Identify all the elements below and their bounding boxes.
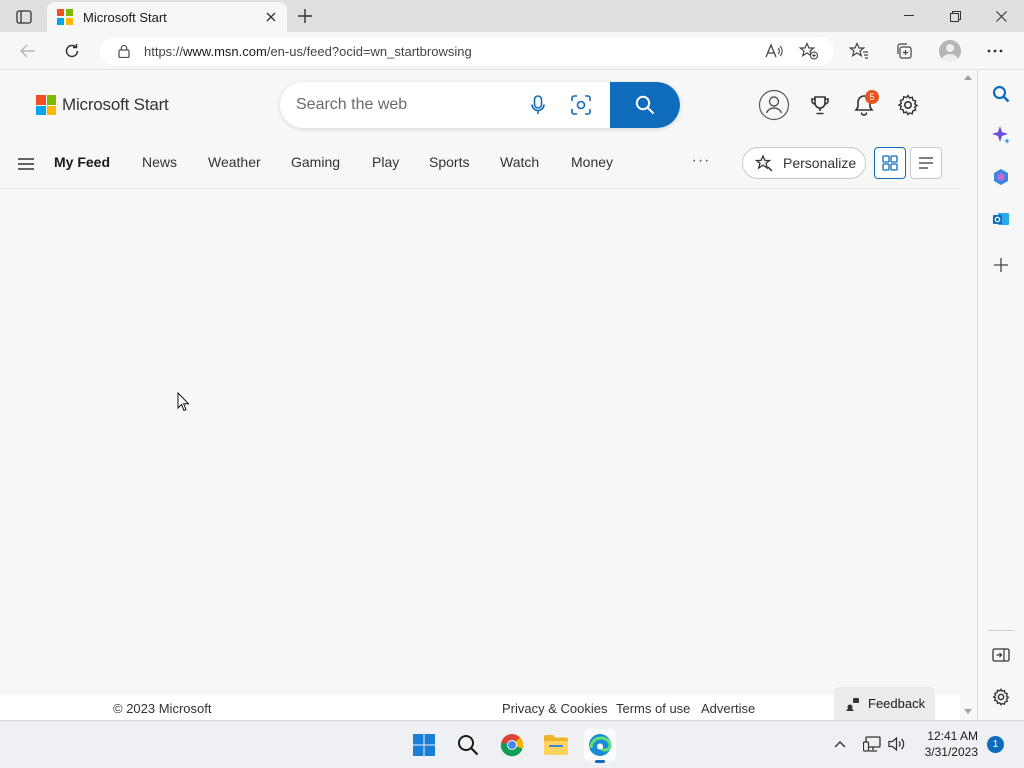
scroll-up-arrow-icon[interactable] — [964, 75, 972, 80]
nav-item-money[interactable]: Money — [571, 154, 613, 170]
volume-icon[interactable] — [886, 733, 908, 755]
system-clock[interactable]: 12:41 AM 3/31/2023 — [920, 728, 978, 760]
outlook-icon[interactable] — [989, 207, 1013, 231]
notification-count-badge: 5 — [865, 90, 879, 104]
nav-item-weather[interactable]: Weather — [208, 154, 261, 170]
brand-name: Microsoft Start — [62, 95, 169, 114]
tab-actions-icon[interactable] — [10, 6, 38, 28]
nav-item-gaming[interactable]: Gaming — [291, 154, 340, 170]
new-tab-button[interactable] — [293, 5, 317, 27]
nav-item-watch[interactable]: Watch — [500, 154, 539, 170]
notification-center-badge[interactable]: 1 — [987, 736, 1004, 753]
edge-sidebar — [977, 71, 1024, 720]
nav-item-play[interactable]: Play — [372, 154, 399, 170]
microsoft-logo-icon — [36, 95, 56, 115]
restore-icon[interactable] — [932, 0, 978, 32]
personalize-button[interactable]: Personalize — [742, 147, 866, 179]
add-sidebar-app-icon[interactable] — [989, 253, 1013, 277]
minimize-icon[interactable] — [886, 0, 932, 32]
msn-page: Microsoft Start 5 — [0, 71, 960, 720]
list-view-button[interactable] — [910, 147, 942, 179]
search-box — [280, 82, 680, 128]
menu-hamburger-icon[interactable] — [14, 153, 38, 175]
tab-title: Microsoft Start — [83, 9, 167, 25]
office-icon[interactable] — [989, 165, 1013, 189]
microphone-icon[interactable] — [526, 93, 550, 117]
settings-more-icon[interactable] — [982, 39, 1008, 63]
mouse-cursor-icon — [177, 391, 190, 417]
feedback-button[interactable]: Feedback — [834, 687, 935, 720]
scroll-down-arrow-icon[interactable] — [964, 709, 972, 714]
bing-search-icon[interactable] — [989, 82, 1013, 106]
account-icon[interactable] — [758, 89, 790, 121]
refresh-icon[interactable] — [58, 38, 86, 64]
notifications-bell-icon[interactable]: 5 — [848, 89, 880, 121]
grid-icon — [882, 155, 898, 171]
show-hidden-icons-chevron-icon[interactable] — [829, 733, 851, 755]
msn-favicon-icon — [57, 9, 73, 25]
windows-taskbar: 12:41 AM 3/31/2023 1 — [0, 720, 1024, 768]
clock-date: 3/31/2023 — [924, 745, 978, 759]
active-app-indicator — [595, 760, 605, 763]
network-icon[interactable] — [861, 733, 883, 755]
add-favorite-icon[interactable] — [797, 39, 821, 63]
personalize-icon — [755, 154, 773, 172]
discover-sparkle-icon[interactable] — [989, 123, 1013, 147]
feedback-label: Feedback — [868, 696, 926, 711]
page-header: Microsoft Start 5 — [0, 71, 960, 139]
feedback-icon — [846, 697, 859, 711]
page-scrollbar[interactable] — [960, 71, 977, 720]
profile-icon[interactable] — [937, 39, 963, 63]
lock-icon[interactable] — [118, 44, 130, 58]
sidebar-divider — [988, 630, 1015, 631]
advertise-link[interactable]: Advertise — [701, 701, 755, 716]
taskbar-search-icon[interactable] — [452, 729, 484, 761]
back-icon[interactable] — [14, 38, 42, 64]
read-aloud-icon[interactable] — [762, 39, 786, 63]
close-tab-icon[interactable] — [263, 9, 279, 25]
visual-search-icon[interactable] — [569, 93, 593, 117]
hide-sidebar-icon[interactable] — [989, 643, 1013, 667]
nav-item-my-feed[interactable]: My Feed — [54, 154, 110, 170]
list-icon — [919, 157, 933, 169]
window-controls — [886, 0, 1024, 32]
grid-view-button[interactable] — [874, 147, 906, 179]
nav-more-button[interactable]: ··· — [689, 149, 713, 173]
chrome-icon[interactable] — [496, 729, 528, 761]
edge-browser-icon[interactable] — [584, 729, 616, 763]
copyright-text: © 2023 Microsoft — [113, 701, 212, 716]
search-input[interactable] — [280, 83, 510, 127]
page-settings-gear-icon[interactable] — [892, 89, 924, 121]
url-bar[interactable]: https://www.msn.com/en-us/feed?ocid=wn_s… — [100, 37, 834, 65]
start-windows-icon[interactable] — [408, 729, 440, 761]
file-explorer-icon[interactable] — [540, 729, 572, 761]
search-icon — [635, 95, 655, 115]
nav-item-sports[interactable]: Sports — [429, 154, 469, 170]
rewards-trophy-icon[interactable] — [804, 89, 836, 121]
collections-icon[interactable] — [891, 39, 917, 63]
tab-strip: Microsoft Start — [0, 0, 1024, 32]
page-footer: © 2023 Microsoft Privacy & Cookies Terms… — [0, 695, 960, 720]
close-window-icon[interactable] — [978, 0, 1024, 32]
terms-link[interactable]: Terms of use — [616, 701, 690, 716]
personalize-label: Personalize — [783, 155, 857, 171]
nav-item-news[interactable]: News — [142, 154, 177, 170]
clock-time: 12:41 AM — [927, 729, 978, 743]
sidebar-settings-icon[interactable] — [989, 685, 1013, 709]
browser-tab[interactable]: Microsoft Start — [47, 2, 287, 32]
brand-logo[interactable]: Microsoft Start — [36, 95, 169, 115]
search-button[interactable] — [610, 82, 680, 128]
feed-navigation: My Feed News Weather Gaming Play Sports … — [0, 139, 960, 189]
url-text: https://www.msn.com/en-us/feed?ocid=wn_s… — [144, 43, 472, 59]
favorites-icon[interactable] — [846, 39, 872, 63]
privacy-link[interactable]: Privacy & Cookies — [502, 701, 607, 716]
address-toolbar: https://www.msn.com/en-us/feed?ocid=wn_s… — [0, 32, 1024, 70]
